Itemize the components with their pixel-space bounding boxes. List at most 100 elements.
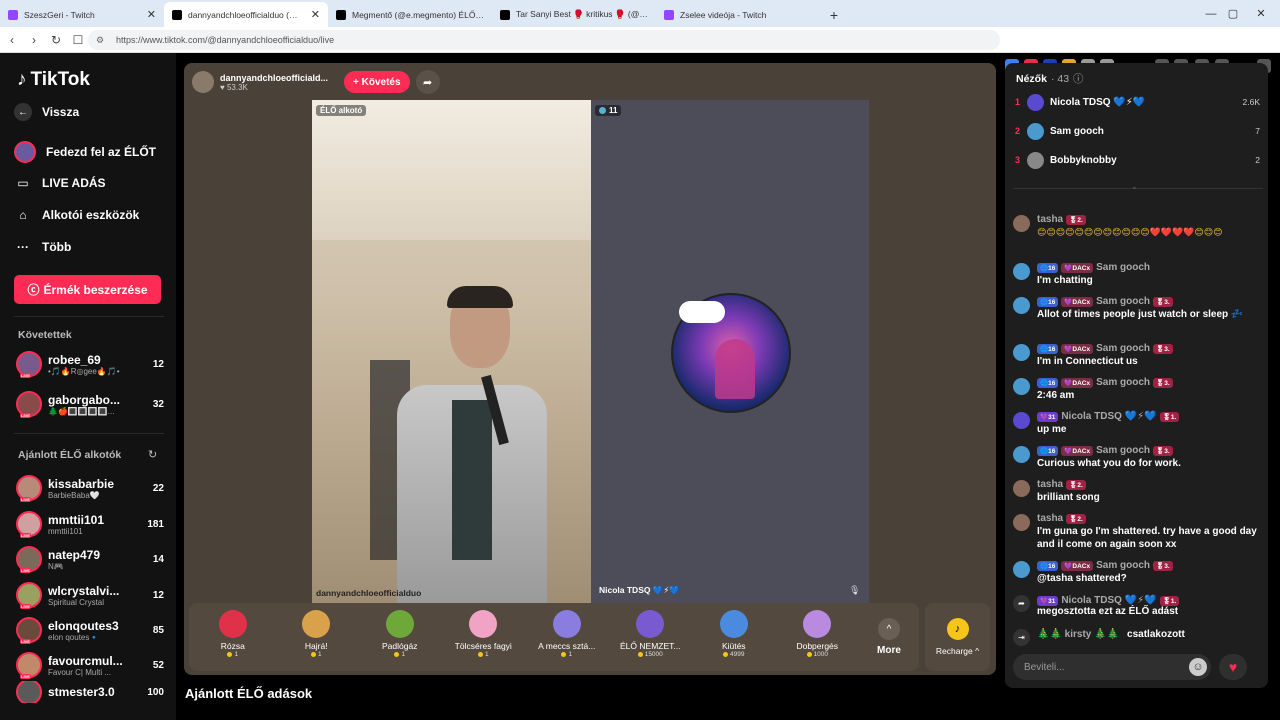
gift-item[interactable]: Hajrá! 1	[275, 603, 359, 671]
share-icon: ➦	[1013, 595, 1030, 612]
gift-item[interactable]: Padlógáz 1	[358, 603, 442, 671]
chat-message[interactable]: 🌐16 💜DACx Sam gooch 🎖3. 2:46 am	[1013, 376, 1261, 402]
recommended-creator[interactable]: LIVE kissabarbie BarbieBaba🤍 22	[16, 473, 164, 503]
live-badge: LIVE	[20, 604, 31, 609]
streamer-name[interactable]: dannyandchloeofficiald...	[220, 73, 328, 83]
chat-message[interactable]: 🌐16 💜DACx Sam gooch 🎖3. Curious what you do …	[1013, 444, 1261, 470]
ice-cream-icon	[469, 610, 498, 638]
refresh-icon[interactable]: ↻	[148, 448, 157, 461]
gift-item[interactable]: Rózsa 1	[191, 603, 275, 671]
browser-tab[interactable]: Tar Sanyi Best 🥊 kritikus 🥊 (@szop	[492, 2, 656, 27]
recommended-creator[interactable]: LIVE favourcmul... Favour C| Multi ... 52	[16, 650, 164, 680]
forward-arrow-icon[interactable]: ›	[24, 30, 44, 50]
bookmark-icon[interactable]: ☐	[68, 30, 88, 50]
url-field[interactable]: ⚙ https://www.tiktok.com/@dannyandchloeof…	[88, 30, 1000, 50]
guest-avatar-image	[671, 293, 791, 413]
share-icon[interactable]: ➦	[415, 70, 440, 94]
more-gifts-button[interactable]: ^ More	[859, 603, 919, 671]
chat-message[interactable]: 🌐16 💜DACx Sam gooch I'm chatting	[1013, 261, 1261, 287]
get-coins-button[interactable]: ⓒ Érmék beszerzése	[14, 275, 161, 304]
chat-message[interactable]: 🌐16 💜DACx Sam gooch 🎖3. Allot of times peopl…	[1013, 295, 1261, 321]
coin-icon	[723, 652, 729, 657]
chat-message[interactable]: 🌐16 💜DACx Sam gooch 🎖3. @tasha shattered?	[1013, 559, 1261, 585]
live-badge: LIVE	[20, 373, 31, 378]
recommended-creator[interactable]: LIVE elonqoutes3 elon qoutes🔹 85	[16, 615, 164, 645]
followed-creator[interactable]: LIVE gaborgabo... 🌲🍎🔳🔳🔳🔳... 32	[16, 389, 164, 419]
gift-item[interactable]: ÉLŐ NEMZET... 15000	[609, 603, 693, 671]
host-video[interactable]: ÉLŐ alkotó dannyandchloeofficialduo	[312, 100, 591, 603]
nav-explore-live[interactable]: Fedezd fel az ÉLŐT	[14, 141, 156, 163]
recommended-creator[interactable]: LIVE natep479 N🎮 14	[16, 544, 164, 574]
nav-live[interactable]: ▭ LIVE ADÁS	[14, 174, 105, 192]
chat-message[interactable]: 💜31 Nicola TDSQ 💙⚡💙 🎖1. up me	[1013, 410, 1261, 436]
followed-creator[interactable]: LIVE robee_69 •🎵🔥R◎ɡee🔥🎵• 12	[16, 349, 164, 379]
info-icon[interactable]: ⓘ	[1073, 71, 1084, 86]
avatar	[1013, 344, 1030, 361]
window-close-icon[interactable]: ✕	[1238, 0, 1280, 27]
top-viewer-row[interactable]: 3 Bobbyknobby 2	[1015, 150, 1260, 170]
recommended-creator[interactable]: LIVE wlcrystalvi... Spiritual Crystal 12	[16, 580, 164, 610]
back-arrow-icon[interactable]: ‹	[2, 30, 22, 50]
muted-mic-icon: 🎙	[849, 585, 861, 595]
gift-item[interactable]: Tölcséres fagyi 1	[442, 603, 526, 671]
nav-more[interactable]: ··· Több	[14, 238, 71, 256]
browser-tab-active[interactable]: dannyandchloeofficialduo (@dan ✕	[164, 2, 328, 27]
chat-input[interactable]	[1024, 661, 1184, 673]
top-viewer-row[interactable]: 1 Nicola TDSQ 💙⚡💙 2.6K	[1015, 92, 1260, 112]
recommended-streams-heading: Ajánlott ÉLŐ adások	[185, 686, 313, 701]
recharge-button[interactable]: ♪ Recharge ^	[925, 603, 990, 671]
recommended-creator[interactable]: LIVE mmttii101 mmttii101 181	[16, 509, 164, 539]
explore-avatar-icon	[14, 141, 36, 163]
live-badge: LIVE	[20, 568, 31, 573]
chat-message[interactable]: tasha 🎖2. brilliant song	[1013, 478, 1261, 504]
share-event: ➦ 💜31 Nicola TDSQ 💙⚡💙 🎖1. megosztotta ezt az…	[1013, 595, 1261, 617]
live-creator-badge: ÉLŐ alkotó	[316, 105, 367, 116]
host-label: dannyandchloeofficialduo	[316, 588, 422, 598]
live-video-panel: dannyandchloeofficiald... ♥ 53.3K + Köve…	[184, 63, 996, 675]
viewer-icon	[599, 107, 606, 114]
emoji-icon[interactable]: ☺	[1189, 658, 1207, 676]
browser-tab[interactable]: Zselee videója - Twitch	[656, 2, 820, 27]
avatar	[1013, 480, 1030, 497]
like-heart-button[interactable]: ♥	[1219, 654, 1247, 680]
back-link[interactable]: ← Vissza	[14, 103, 79, 121]
gift-item[interactable]: Dobpergés 1000	[776, 603, 860, 671]
recommended-creator[interactable]: stmester3.0 100	[16, 681, 164, 703]
gift-item[interactable]: Kiütés 4999	[692, 603, 776, 671]
drum-icon	[803, 610, 832, 638]
coin-icon	[637, 652, 643, 657]
more-icon: ···	[17, 240, 29, 254]
guest-video[interactable]: 11 Nicola TDSQ 💙⚡💙 🎙	[591, 100, 869, 603]
sidebar: ♪ TikTok ← Vissza Fedezd fel az ÉLŐT ▭ LIVE…	[0, 53, 176, 720]
avatar	[1013, 263, 1030, 280]
avatar	[16, 681, 42, 703]
site-info-icon[interactable]: ⚙	[96, 35, 108, 46]
gift-item[interactable]: A meccs sztá... 1	[525, 603, 609, 671]
divider	[14, 316, 164, 317]
host-shirt	[452, 400, 492, 560]
chevron-down-icon[interactable]: ⌄	[1131, 182, 1138, 191]
chat-message[interactable]: tasha 🎖2. 😊😊😊😊😊😊😊😊😊😊😊😊❤️❤️❤️❤️😊😊😊	[1013, 213, 1261, 239]
coin-icon	[310, 652, 316, 657]
join-event: ⇥ 🎄🎄 kirsty 🎄🎄 csatlakozott	[1013, 629, 1261, 646]
guest-label: Nicola TDSQ 💙⚡💙	[599, 585, 680, 595]
avatar	[1013, 561, 1030, 578]
divider	[1013, 188, 1263, 189]
chat-message[interactable]: tasha 🎖2. I'm guna go I'm shattered. try h…	[1013, 512, 1261, 551]
top-viewer-row[interactable]: 2 Sam gooch 7	[1015, 121, 1260, 141]
divider	[14, 433, 164, 434]
reload-icon[interactable]: ↻	[46, 30, 66, 50]
nav-creator-tools[interactable]: ⌂ Alkotói eszközök	[14, 206, 139, 224]
browser-tab[interactable]: SzeszGeri - Twitch ✕	[0, 2, 164, 27]
browser-tab-bar: SzeszGeri - Twitch ✕ dannyandchloeofficia…	[0, 0, 1280, 27]
browser-tab[interactable]: Megmentő (@e.megmento) ÉLŐ adá	[328, 2, 492, 27]
streamer-avatar[interactable]	[192, 71, 214, 93]
coin-icon: ⓒ	[27, 283, 40, 297]
tiktok-logo[interactable]: ♪ TikTok	[17, 69, 90, 91]
new-tab-button[interactable]: +	[820, 2, 848, 27]
close-tab-icon[interactable]: ✕	[311, 8, 320, 21]
chat-message[interactable]: 🌐16 💜DACx Sam gooch 🎖3. I'm in Connecticut u…	[1013, 342, 1261, 368]
follow-button[interactable]: + Követés	[344, 71, 410, 93]
close-tab-icon[interactable]: ✕	[147, 8, 156, 21]
enter-icon: ⇥	[1013, 629, 1030, 646]
